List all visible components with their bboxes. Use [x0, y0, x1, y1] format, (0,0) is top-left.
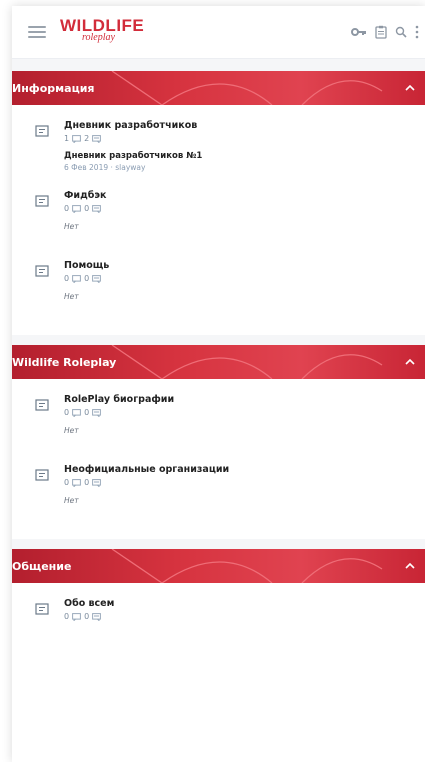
forum-item[interactable]: Обо всем 0 0: [12, 597, 425, 655]
messages-icon: [92, 205, 102, 213]
thread-count: 0: [64, 612, 70, 621]
forum-item[interactable]: Неофициальные организации 0 0 Нет: [12, 463, 425, 521]
chevron-up-icon[interactable]: [403, 559, 417, 573]
menu-icon[interactable]: [28, 26, 46, 38]
forum-title[interactable]: RolePlay биографии: [64, 393, 425, 407]
threads-icon: [72, 135, 81, 143]
more-vertical-icon[interactable]: [415, 25, 419, 39]
forum-item[interactable]: Фидбэк 0 0 Нет: [12, 189, 425, 247]
message-count: 0: [84, 408, 90, 417]
search-icon[interactable]: [395, 26, 407, 38]
no-posts-label: Нет: [64, 426, 79, 435]
forum-title[interactable]: Обо всем: [64, 597, 425, 611]
forum-icon: [35, 399, 49, 411]
last-post-title[interactable]: Дневник разработчиков №1: [64, 150, 425, 162]
chevron-up-icon[interactable]: [403, 81, 417, 95]
key-icon[interactable]: [351, 27, 367, 37]
messages-icon: [92, 275, 102, 283]
forum-title[interactable]: Фидбэк: [64, 189, 425, 203]
forum-title[interactable]: Неофициальные организации: [64, 463, 425, 477]
category-section: Общение Обо всем 0 0: [12, 549, 425, 762]
threads-icon: [72, 275, 81, 283]
forum-icon: [35, 125, 49, 137]
site-logo[interactable]: WILDLIFE roleplay: [60, 17, 144, 43]
forum-stats: 0 0: [64, 477, 425, 489]
forum-stats: 0 0: [64, 203, 425, 215]
header-decoration: [111, 549, 383, 583]
message-count: 0: [84, 612, 90, 621]
top-bar: WILDLIFE roleplay: [12, 6, 425, 59]
chevron-up-icon[interactable]: [403, 355, 417, 369]
forum-stats: 0 0: [64, 611, 425, 623]
thread-count: 0: [64, 408, 70, 417]
message-count: 0: [84, 274, 90, 283]
no-posts-label: Нет: [64, 222, 79, 231]
messages-icon: [92, 135, 102, 143]
forum-item[interactable]: Помощь 0 0 Нет: [12, 259, 425, 317]
forum-stats: 0 0: [64, 407, 425, 419]
no-posts-label: Нет: [64, 292, 79, 301]
category-title: Wildlife Roleplay: [12, 355, 117, 369]
messages-icon: [92, 409, 102, 417]
forum-stats: 1 2: [64, 133, 425, 145]
messages-icon: [92, 613, 102, 621]
category-header[interactable]: Информация: [12, 71, 425, 105]
category-header[interactable]: Wildlife Roleplay: [12, 345, 425, 379]
clipboard-icon[interactable]: [375, 25, 387, 39]
messages-icon: [92, 479, 102, 487]
forum-title[interactable]: Помощь: [64, 259, 425, 273]
forum-item[interactable]: Дневник разработчиков 1 2 Дневник разраб…: [12, 119, 425, 177]
forum-icon: [35, 469, 49, 481]
thread-count: 0: [64, 478, 70, 487]
no-posts-label: Нет: [64, 496, 79, 505]
forum-icon: [35, 195, 49, 207]
forum-item[interactable]: RolePlay биографии 0 0 Нет: [12, 393, 425, 451]
forum-stats: 0 0: [64, 273, 425, 285]
app-window: WILDLIFE roleplay Информация Дневник раз…: [12, 6, 425, 762]
category-title: Общение: [12, 559, 72, 573]
category-title: Информация: [12, 81, 95, 95]
category-header[interactable]: Общение: [12, 549, 425, 583]
toolbar: [351, 6, 425, 58]
thread-count: 0: [64, 274, 70, 283]
message-count: 2: [84, 134, 90, 143]
threads-icon: [72, 205, 81, 213]
forum-icon: [35, 603, 49, 615]
forum-title[interactable]: Дневник разработчиков: [64, 119, 425, 133]
threads-icon: [72, 409, 81, 417]
category-section: Wildlife Roleplay RolePlay биографии 0 0…: [12, 345, 425, 539]
message-count: 0: [84, 204, 90, 213]
last-post-meta[interactable]: 6 Фев 2019 · slayway: [64, 162, 425, 173]
threads-icon: [72, 479, 81, 487]
message-count: 0: [84, 478, 90, 487]
thread-count: 0: [64, 204, 70, 213]
threads-icon: [72, 613, 81, 621]
category-section: Информация Дневник разработчиков 1 2 Дне…: [12, 71, 425, 335]
thread-count: 1: [64, 134, 70, 143]
forum-icon: [35, 265, 49, 277]
